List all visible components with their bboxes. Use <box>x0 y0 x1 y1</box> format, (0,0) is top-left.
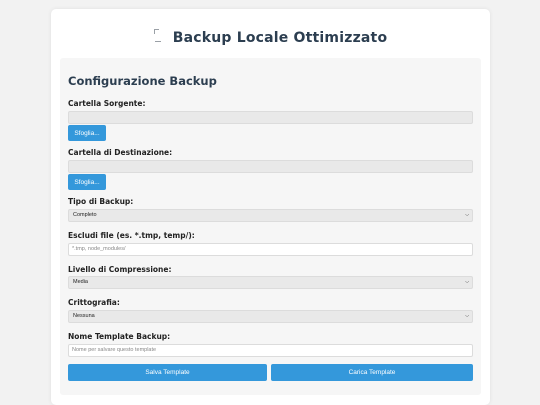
source-folder-label: Cartella Sorgente: <box>68 99 146 108</box>
destination-folder-label: Cartella di Destinazione: <box>68 148 173 157</box>
broken-image-icon <box>153 28 163 42</box>
chevron-down-icon: ⌵ <box>465 313 469 319</box>
destination-folder-field[interactable] <box>68 160 473 173</box>
page-title: Backup Locale Ottimizzato <box>172 30 388 46</box>
encryption-value: Nessuna <box>73 313 95 319</box>
load-template-button[interactable]: Carica Template <box>271 364 473 381</box>
template-name-input[interactable]: Nome per salvare questo template <box>68 344 473 357</box>
chevron-down-icon: ⌵ <box>465 279 469 285</box>
encryption-select[interactable]: Nessuna ⌵ <box>68 310 473 323</box>
backup-type-value: Completo <box>73 212 97 218</box>
backup-type-label: Tipo di Backup: <box>68 197 134 206</box>
template-name-label: Nome Template Backup: <box>68 332 171 341</box>
exclude-files-input[interactable]: *.tmp, node_modules/ <box>68 243 473 256</box>
destination-browse-button[interactable]: Sfoglia... <box>68 174 106 190</box>
compression-label: Livello di Compressione: <box>68 265 172 274</box>
compression-select[interactable]: Media ⌵ <box>68 276 473 289</box>
source-folder-field[interactable] <box>68 111 473 124</box>
source-browse-button[interactable]: Sfoglia... <box>68 125 106 141</box>
app-header: Backup Locale Ottimizzato <box>51 28 490 48</box>
encryption-label: Crittografia: <box>68 298 120 307</box>
compression-value: Media <box>73 279 88 285</box>
chevron-down-icon: ⌵ <box>465 212 469 218</box>
save-template-button[interactable]: Salva Template <box>68 364 267 381</box>
backup-type-select[interactable]: Completo ⌵ <box>68 209 473 222</box>
exclude-files-label: Escludi file (es. *.tmp, temp/): <box>68 231 195 240</box>
section-title: Configurazione Backup <box>68 74 217 88</box>
